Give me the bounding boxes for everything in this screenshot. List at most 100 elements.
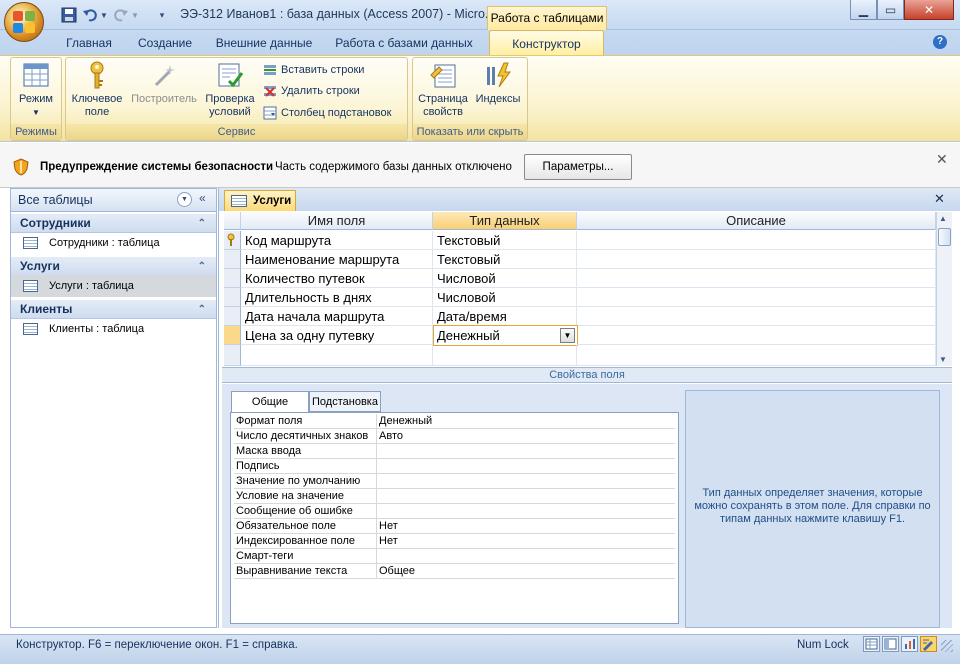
field-name-cell[interactable]: Количество путевок	[241, 269, 433, 288]
scrollbar-thumb[interactable]	[938, 228, 951, 246]
description-cell[interactable]	[577, 231, 936, 250]
field-name-cell[interactable]: Наименование маршрута	[241, 250, 433, 269]
row-selector[interactable]	[224, 250, 241, 269]
tab-lookup[interactable]: Подстановка	[309, 391, 381, 412]
mode-button[interactable]: Режим ▼	[12, 60, 60, 119]
property-value[interactable]: Общее	[379, 564, 415, 579]
document-tab-services[interactable]: Услуги	[224, 190, 296, 211]
property-sheet-button[interactable]: Страница свойств	[415, 60, 471, 119]
row-selector[interactable]	[224, 345, 241, 366]
field-name-cell[interactable]: Длительность в днях	[241, 288, 433, 307]
scroll-up-icon[interactable]: ▲	[939, 214, 947, 223]
data-type-cell[interactable]: Числовой	[433, 269, 577, 288]
data-type-cell[interactable]	[433, 345, 577, 366]
property-row[interactable]: Формат поля Денежный	[234, 414, 675, 429]
save-icon[interactable]	[60, 6, 78, 24]
design-view-button[interactable]	[920, 636, 937, 652]
pivot-table-view-button[interactable]	[882, 636, 899, 652]
row-selector[interactable]	[224, 269, 241, 288]
tab-home[interactable]: Главная	[58, 30, 120, 56]
datasheet-view-button[interactable]	[863, 636, 880, 652]
redo-icon[interactable]	[113, 6, 129, 24]
property-value[interactable]: Нет	[379, 519, 398, 534]
minimize-icon: ▁	[858, 2, 869, 17]
description-cell[interactable]	[577, 345, 936, 366]
tab-create[interactable]: Создание	[130, 30, 200, 56]
data-type-cell[interactable]: Числовой	[433, 288, 577, 307]
property-value[interactable]: Денежный	[379, 414, 432, 429]
undo-icon[interactable]	[82, 6, 98, 24]
builder-button[interactable]: Построитель	[128, 60, 200, 106]
tab-designer[interactable]: Конструктор	[489, 30, 604, 56]
resize-grip-icon[interactable]	[941, 640, 953, 652]
validation-button[interactable]: Проверка условий	[201, 60, 259, 119]
nav-group-employees[interactable]: Сотрудники ⌃	[11, 214, 216, 233]
row-selector[interactable]	[224, 307, 241, 326]
nav-item-employees-table[interactable]: Сотрудники : таблица	[11, 232, 216, 254]
data-type-cell[interactable]: Текстовый	[433, 231, 577, 250]
field-name-cell[interactable]: Цена за одну путевку	[241, 326, 433, 345]
description-cell[interactable]	[577, 288, 936, 307]
customize-qat-icon[interactable]: ▾	[156, 6, 168, 24]
property-row[interactable]: Значение по умолчанию	[234, 474, 675, 489]
tab-database-tools[interactable]: Работа с базами данных	[330, 30, 478, 56]
field-name-cell[interactable]: Дата начала маршрута	[241, 307, 433, 326]
nav-collapse-icon[interactable]: «	[199, 191, 206, 205]
tab-external-data[interactable]: Внешние данные	[208, 30, 320, 56]
nav-header[interactable]: Все таблицы ▼ «	[11, 189, 216, 212]
tab-general[interactable]: Общие	[231, 391, 309, 413]
property-row[interactable]: Выравнивание текста Общее	[234, 564, 675, 579]
description-cell[interactable]	[577, 250, 936, 269]
row-selector[interactable]	[224, 231, 241, 250]
delete-rows-button[interactable]: Удалить строки	[263, 82, 360, 100]
property-row[interactable]: Индексированное поле Нет	[234, 534, 675, 549]
grid-vertical-scrollbar[interactable]: ▲ ▼	[936, 212, 952, 366]
property-row[interactable]: Подпись	[234, 459, 675, 474]
column-header-data-type[interactable]: Тип данных	[433, 212, 577, 230]
security-options-button[interactable]: Параметры...	[524, 154, 632, 180]
property-row[interactable]: Сообщение об ошибке	[234, 504, 675, 519]
chevron-down-icon[interactable]: ▼	[560, 328, 575, 343]
document-close-icon[interactable]: ✕	[934, 191, 945, 207]
property-row[interactable]: Обязательное поле Нет	[234, 519, 675, 534]
row-selector-current[interactable]	[224, 326, 241, 345]
undo-dropdown-icon[interactable]: ▼	[99, 6, 109, 24]
data-type-combobox[interactable]: Денежный ▼	[433, 325, 578, 346]
property-value[interactable]: Авто	[379, 429, 403, 444]
description-cell[interactable]	[577, 326, 936, 345]
column-header-field-name[interactable]: Имя поля	[241, 212, 433, 230]
help-icon[interactable]: ?	[933, 35, 947, 49]
column-header-description[interactable]: Описание	[577, 212, 936, 230]
pivot-chart-view-button[interactable]	[901, 636, 918, 652]
close-button[interactable]: ✕	[904, 0, 954, 20]
navigation-pane	[10, 188, 217, 628]
nav-group-services[interactable]: Услуги ⌃	[11, 257, 216, 276]
property-value[interactable]: Нет	[379, 534, 398, 549]
property-row[interactable]: Число десятичных знаков Авто	[234, 429, 675, 444]
office-button[interactable]	[4, 2, 44, 42]
builder-label: Построитель	[131, 93, 197, 105]
minimize-button[interactable]: ▁	[850, 0, 877, 20]
scroll-down-icon[interactable]: ▼	[939, 355, 947, 364]
nav-item-clients-table[interactable]: Клиенты : таблица	[11, 318, 216, 340]
data-type-cell[interactable]: Текстовый	[433, 250, 577, 269]
insert-rows-button[interactable]: Вставить строки	[263, 61, 364, 79]
property-row[interactable]: Смарт-теги	[234, 549, 675, 564]
nav-item-services-table[interactable]: Услуги : таблица	[11, 275, 216, 297]
data-type-cell[interactable]: Дата/время	[433, 307, 577, 326]
property-row[interactable]: Условие на значение	[234, 489, 675, 504]
property-row[interactable]: Маска ввода	[234, 444, 675, 459]
primary-key-button[interactable]: Ключевое поле	[68, 60, 126, 119]
description-cell[interactable]	[577, 269, 936, 288]
indexes-button[interactable]: Индексы	[472, 60, 524, 106]
security-close-icon[interactable]: ✕	[936, 151, 948, 168]
nav-dropdown-icon[interactable]: ▼	[177, 192, 192, 207]
lookup-column-button[interactable]: Столбец подстановок	[263, 104, 391, 122]
row-selector[interactable]	[224, 288, 241, 307]
nav-group-clients[interactable]: Клиенты ⌃	[11, 300, 216, 319]
description-cell[interactable]	[577, 307, 936, 326]
maximize-button[interactable]: ▭	[877, 0, 904, 20]
redo-dropdown-icon[interactable]: ▼	[130, 6, 140, 24]
field-name-cell[interactable]	[241, 345, 433, 366]
field-name-cell[interactable]: Код маршрута	[241, 231, 433, 250]
